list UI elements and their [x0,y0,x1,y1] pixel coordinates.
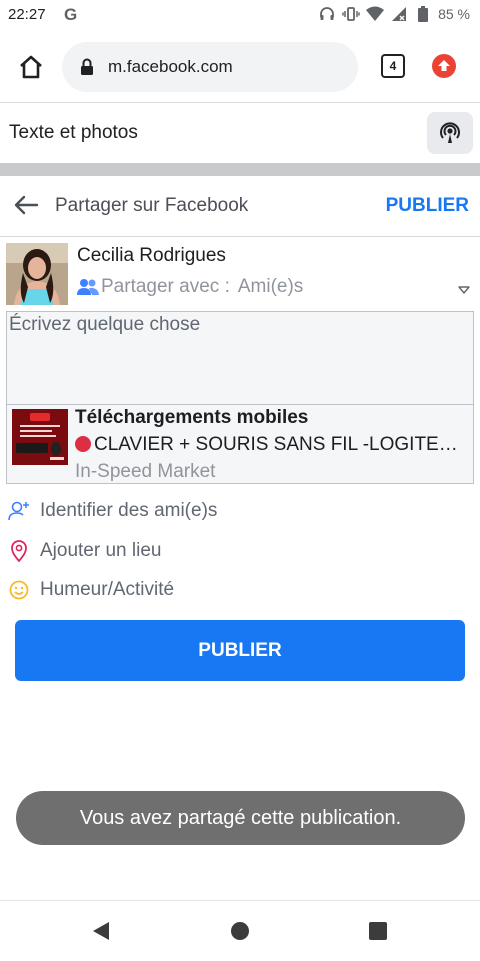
recents-nav-icon[interactable] [368,921,388,946]
signal-icon [390,5,408,23]
avatar[interactable] [6,243,68,305]
tab-switcher-button[interactable]: 4 [381,54,405,78]
text-photos-bar: Texte et photos [0,103,480,163]
publish-button[interactable]: PUBLIER [15,620,465,681]
toast-message: Vous avez partagé cette publication. [16,791,465,845]
user-name: Cecilia Rodrigues [77,245,226,266]
audience-value: Ami(e)s [237,276,304,297]
home-icon[interactable] [16,52,46,82]
red-circle-icon [75,436,91,452]
separator-band [0,163,480,176]
headphones-icon [318,5,336,23]
read-aloud-button[interactable] [427,112,473,154]
battery-icon [414,5,432,23]
wifi-icon [366,5,385,23]
back-arrow-icon[interactable] [13,194,39,216]
smiley-icon [8,579,30,601]
mood-activity-action[interactable]: Humeur/Activité [8,576,174,604]
status-icons: 85 % [318,5,470,23]
share-with-label: Partager avec : [101,276,230,297]
audience-selector[interactable]: Partager avec : Ami(e)s [77,276,303,298]
status-bar: 22:27 G 85 % [0,0,480,32]
preview-description: CLAVIER + SOURIS SANS FIL -LOGITECH MK12… [94,434,469,455]
tag-friends-label: Identifier des ami(e)s [40,500,218,521]
preview-title: Téléchargements mobiles [75,407,309,428]
google-icon: G [64,5,78,24]
status-time: 22:27 [8,6,46,23]
preview-description-row: CLAVIER + SOURIS SANS FIL -LOGITECH MK12… [75,434,469,456]
mood-activity-label: Humeur/Activité [40,579,175,600]
header-publish-button[interactable]: PUBLIER [386,195,469,217]
add-location-label: Ajouter un lieu [40,540,162,561]
home-nav-icon[interactable] [230,921,250,946]
browser-toolbar: m.facebook.com 4 [0,32,480,102]
page-title: Partager sur Facebook [55,195,249,216]
post-text-area[interactable]: Écrivez quelque chose [6,311,474,405]
location-pin-icon [8,540,30,562]
chevron-down-icon[interactable] [458,282,470,294]
tag-friends-action[interactable]: Identifier des ami(e)s [8,497,217,525]
divider [0,236,480,237]
tag-friend-icon [8,500,30,522]
link-preview[interactable]: Téléchargements mobiles CLAVIER + SOURIS… [6,404,474,484]
post-placeholder: Écrivez quelque chose [9,314,201,335]
back-nav-icon[interactable] [91,921,111,946]
preview-thumbnail [12,409,68,465]
url-bar[interactable]: m.facebook.com [62,42,358,92]
vibrate-icon [342,5,360,23]
text-photos-label: Texte et photos [9,122,138,143]
update-icon[interactable] [432,54,456,78]
url-text: m.facebook.com [108,57,233,76]
lock-icon [80,58,94,76]
battery-level: 85 % [438,6,470,22]
share-header: Partager sur Facebook PUBLIER [0,176,480,236]
add-location-action[interactable]: Ajouter un lieu [8,537,161,565]
preview-source: In-Speed Market [75,461,216,482]
system-nav-bar [0,900,480,961]
broadcast-icon [440,122,460,143]
friends-icon [77,278,99,296]
